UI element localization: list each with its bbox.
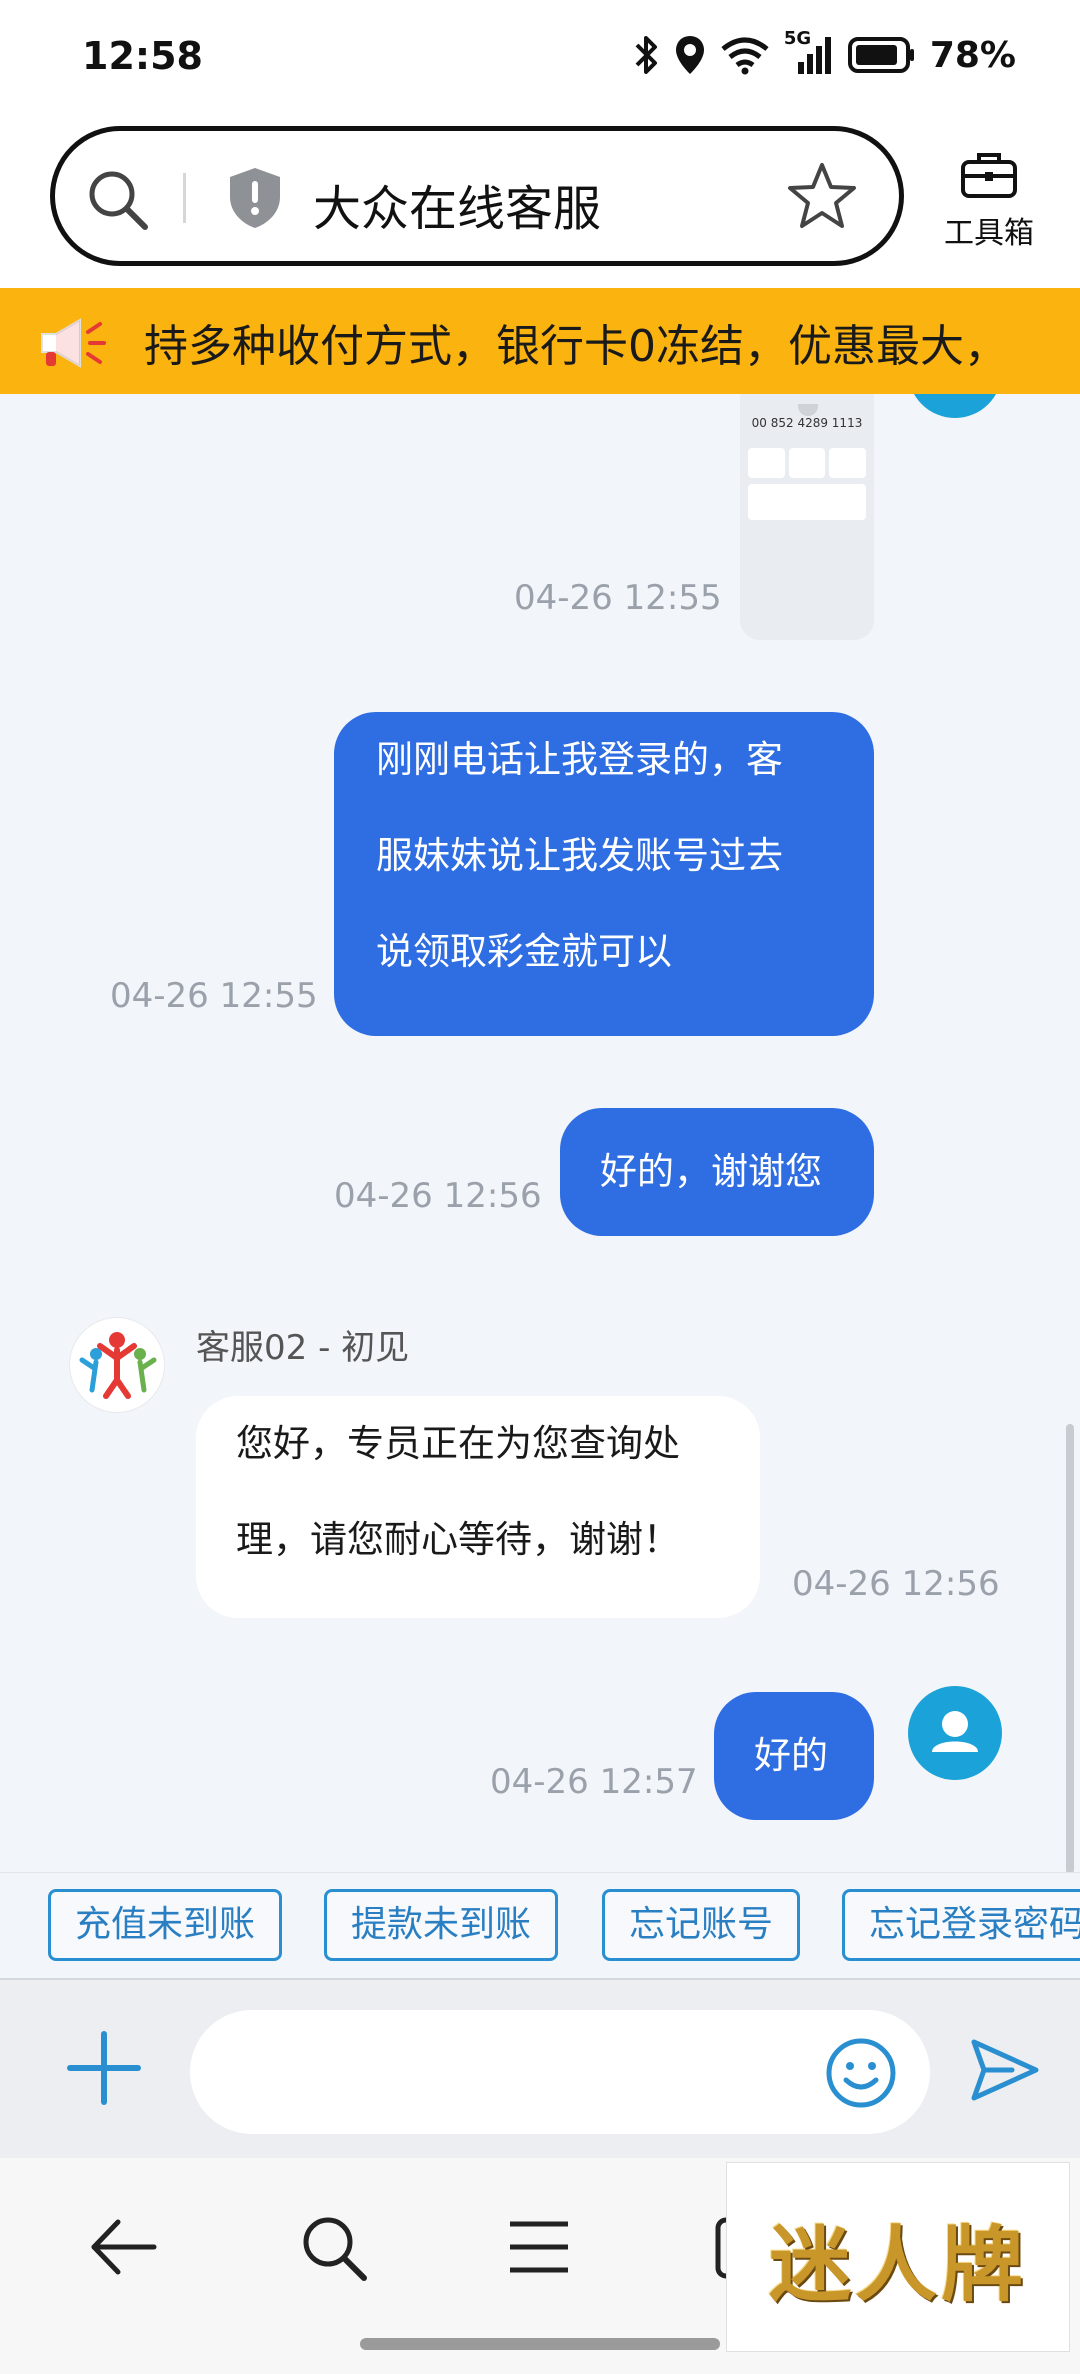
notice-banner[interactable]: 持多种收付方式，银行卡0冻结，优惠最大， bbox=[0, 288, 1080, 394]
page-title[interactable]: 大众在线客服 bbox=[313, 169, 601, 239]
shared-phone-number: 00 852 4289 1113 bbox=[751, 416, 863, 430]
bluetooth-icon bbox=[634, 35, 660, 75]
quick-reply-button[interactable]: 忘记账号 bbox=[602, 1889, 801, 1961]
signal-icon: 5G bbox=[784, 28, 834, 76]
quick-reply-button[interactable]: 充值未到账 bbox=[48, 1889, 283, 1961]
status-bar: 12:58 5G 78% bbox=[0, 0, 1080, 120]
toolbox-label: 工具箱 bbox=[944, 216, 1034, 251]
watermark-logo: 迷人牌 bbox=[726, 2162, 1070, 2352]
quick-reply-button[interactable]: 提款未到账 bbox=[324, 1889, 559, 1961]
menu-icon[interactable] bbox=[504, 2210, 574, 2288]
message-timestamp: 04-26 12:56 bbox=[334, 1176, 542, 1216]
megaphone-icon bbox=[36, 314, 108, 376]
quick-reply-button[interactable]: 忘记登录密码 bbox=[842, 1889, 1080, 1961]
message-line: 好的，谢谢您 bbox=[600, 1150, 822, 1193]
message-timestamp: 04-26 12:57 bbox=[490, 1762, 698, 1802]
message-line: 理，请您耐心等待，谢谢！ bbox=[236, 1518, 680, 1561]
battery-icon bbox=[847, 36, 916, 74]
toolbox-button[interactable]: 工具箱 bbox=[934, 150, 1044, 252]
message-input-bar bbox=[0, 1978, 1080, 2158]
star-icon[interactable] bbox=[787, 161, 857, 233]
message-bubble-incoming[interactable]: 您好，专员正在为您查询处 理，请您耐心等待，谢谢！ bbox=[196, 1396, 760, 1618]
message-input[interactable] bbox=[190, 2010, 930, 2134]
chat-area[interactable]: 00 852 4289 1113 04-26 12:55 刚刚电话让我登录的，客… bbox=[0, 394, 1080, 1872]
toolbox-icon bbox=[934, 150, 1044, 204]
message-timestamp: 04-26 12:55 bbox=[514, 578, 722, 618]
user-avatar bbox=[908, 394, 1002, 418]
shared-screenshot[interactable]: 00 852 4289 1113 bbox=[740, 394, 874, 640]
emoji-icon[interactable] bbox=[824, 2036, 898, 2114]
address-divider bbox=[183, 173, 186, 223]
location-icon bbox=[674, 34, 706, 76]
browser-toolbar: 大众在线客服 工具箱 bbox=[0, 120, 1080, 288]
wifi-icon bbox=[720, 35, 770, 75]
search-icon[interactable] bbox=[85, 167, 151, 237]
user-avatar bbox=[908, 1686, 1002, 1780]
message-bubble-outgoing[interactable]: 好的 bbox=[714, 1692, 874, 1820]
message-line: 服妹妹说让我发账号过去 bbox=[376, 834, 783, 877]
back-arrow-icon[interactable] bbox=[86, 2210, 160, 2288]
message-timestamp: 04-26 12:56 bbox=[792, 1564, 1000, 1604]
message-line: 您好，专员正在为您查询处 bbox=[236, 1422, 680, 1465]
chat-scrollbar[interactable] bbox=[1066, 1424, 1074, 1872]
address-bar[interactable]: 大众在线客服 bbox=[50, 126, 904, 266]
status-time: 12:58 bbox=[82, 34, 203, 78]
send-icon[interactable] bbox=[968, 2036, 1042, 2108]
watermark-text: 迷人牌 bbox=[768, 2216, 1027, 2313]
message-bubble-outgoing[interactable]: 好的，谢谢您 bbox=[560, 1108, 874, 1236]
home-indicator[interactable] bbox=[360, 2338, 720, 2350]
battery-percent: 78% bbox=[929, 34, 1016, 76]
search-icon[interactable] bbox=[296, 2210, 370, 2288]
message-line: 刚刚电话让我登录的，客 bbox=[376, 738, 783, 781]
message-line: 说领取彩金就可以 bbox=[376, 930, 672, 973]
add-attachment-button[interactable] bbox=[64, 2028, 144, 2112]
agent-avatar bbox=[70, 1318, 164, 1412]
notice-text: 持多种收付方式，银行卡0冻结，优惠最大， bbox=[144, 321, 1008, 372]
shield-icon[interactable] bbox=[225, 165, 285, 235]
message-timestamp: 04-26 12:55 bbox=[110, 976, 318, 1016]
quick-reply-bar: 充值未到账 提款未到账 忘记账号 忘记登录密码 bbox=[0, 1872, 1080, 1978]
message-line: 好的 bbox=[754, 1734, 828, 1777]
agent-name: 客服02 - 初见 bbox=[196, 1328, 410, 1368]
message-bubble-outgoing[interactable]: 刚刚电话让我登录的，客 服妹妹说让我发账号过去 说领取彩金就可以 bbox=[334, 712, 874, 1036]
status-icons: 5G 78% bbox=[634, 28, 1016, 76]
